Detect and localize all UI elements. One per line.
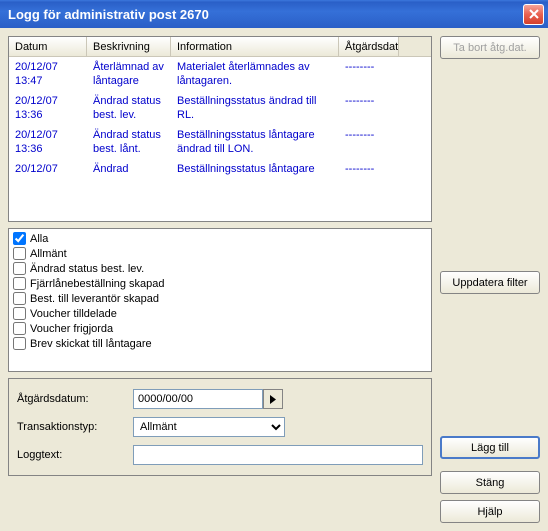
filter-checkbox[interactable] — [13, 247, 26, 260]
cell-besk: Återlämnad av låntagare — [87, 59, 171, 89]
filter-item[interactable]: Alla — [11, 231, 429, 246]
table-row[interactable]: 20/12/07 13:36Ändrad status best. lånt.B… — [9, 125, 431, 159]
cell-atg: -------- — [339, 93, 399, 123]
filter-label: Best. till leverantör skapad — [30, 293, 159, 305]
cell-atg: -------- — [339, 59, 399, 89]
logtext-label: Loggtext: — [17, 449, 127, 461]
cell-besk: Ändrad status best. lånt. — [87, 127, 171, 157]
filter-label: Alla — [30, 233, 48, 245]
close-icon[interactable] — [523, 4, 544, 25]
filter-label: Voucher tilldelade — [30, 308, 117, 320]
table-body[interactable]: 20/12/07 13:47Återlämnad av låntagareMat… — [9, 57, 431, 222]
cell-besk: Ändrad status best. lev. — [87, 93, 171, 123]
log-table: Datum Beskrivning Information Åtgärdsdat… — [8, 36, 432, 222]
filter-item[interactable]: Fjärrlånebeställning skapad — [11, 276, 429, 291]
filter-label: Ändrad status best. lev. — [30, 263, 144, 275]
cell-info: Beställningsstatus låntagare — [171, 161, 339, 177]
date-picker-button[interactable] — [263, 389, 283, 409]
filter-label: Brev skickat till låntagare — [30, 338, 152, 350]
trans-type-select[interactable]: Allmänt — [133, 417, 285, 437]
trans-label: Transaktionstyp: — [17, 421, 127, 433]
filter-checkbox[interactable] — [13, 232, 26, 245]
cell-datum: 20/12/07 13:47 — [9, 59, 87, 89]
cell-atg: -------- — [339, 127, 399, 157]
titlebar: Logg för administrativ post 2670 — [0, 0, 548, 28]
filter-checkbox[interactable] — [13, 307, 26, 320]
filter-item[interactable]: Voucher tilldelade — [11, 306, 429, 321]
header-atgardsdatum[interactable]: Åtgärdsdatu — [339, 37, 399, 56]
filter-checkbox[interactable] — [13, 277, 26, 290]
filter-checkbox[interactable] — [13, 322, 26, 335]
filter-checkbox[interactable] — [13, 337, 26, 350]
filter-item[interactable]: Allmänt — [11, 246, 429, 261]
cell-datum: 20/12/07 13:36 — [9, 127, 87, 157]
filter-item[interactable]: Best. till leverantör skapad — [11, 291, 429, 306]
filter-label: Voucher frigjorda — [30, 323, 113, 335]
help-button[interactable]: Hjälp — [440, 500, 540, 523]
filter-checkbox[interactable] — [13, 292, 26, 305]
close-button[interactable]: Stäng — [440, 471, 540, 494]
cell-info: Materialet återlämnades av låntagaren. — [171, 59, 339, 89]
cell-besk: Ändrad — [87, 161, 171, 177]
filter-item[interactable]: Brev skickat till låntagare — [11, 336, 429, 351]
form-panel: Åtgärdsdatum: Transaktionstyp: Allmänt L… — [8, 378, 432, 476]
filter-checkbox[interactable] — [13, 262, 26, 275]
table-row[interactable]: 20/12/07 13:36Ändrad status best. lev.Be… — [9, 91, 431, 125]
logtext-input[interactable] — [133, 445, 423, 465]
filter-label: Allmänt — [30, 248, 67, 260]
filter-list: Alla Allmänt Ändrad status best. lev. Fjärr… — [8, 228, 432, 372]
cell-datum: 20/12/07 13:36 — [9, 93, 87, 123]
filter-label: Fjärrlånebeställning skapad — [30, 278, 165, 290]
header-beskrivning[interactable]: Beskrivning — [87, 37, 171, 56]
cell-info: Beställningsstatus låntagare ändrad till… — [171, 127, 339, 157]
cell-atg: -------- — [339, 161, 399, 177]
add-button[interactable]: Lägg till — [440, 436, 540, 459]
remove-atg-button: Ta bort åtg.dat. — [440, 36, 540, 59]
atg-date-input[interactable] — [133, 389, 263, 409]
table-row[interactable]: 20/12/07ÄndradBeställningsstatus låntaga… — [9, 159, 431, 179]
window-title: Logg för administrativ post 2670 — [8, 7, 523, 22]
filter-item[interactable]: Ändrad status best. lev. — [11, 261, 429, 276]
table-header-row: Datum Beskrivning Information Åtgärdsdat… — [9, 37, 431, 57]
filter-body[interactable]: Alla Allmänt Ändrad status best. lev. Fjärr… — [9, 229, 431, 371]
cell-info: Beställningsstatus ändrad till RL. — [171, 93, 339, 123]
atg-label: Åtgärdsdatum: — [17, 393, 127, 405]
cell-datum: 20/12/07 — [9, 161, 87, 177]
header-datum[interactable]: Datum — [9, 37, 87, 56]
table-row[interactable]: 20/12/07 13:47Återlämnad av låntagareMat… — [9, 57, 431, 91]
update-filter-button[interactable]: Uppdatera filter — [440, 271, 540, 294]
header-information[interactable]: Information — [171, 37, 339, 56]
filter-item[interactable]: Voucher frigjorda — [11, 321, 429, 336]
